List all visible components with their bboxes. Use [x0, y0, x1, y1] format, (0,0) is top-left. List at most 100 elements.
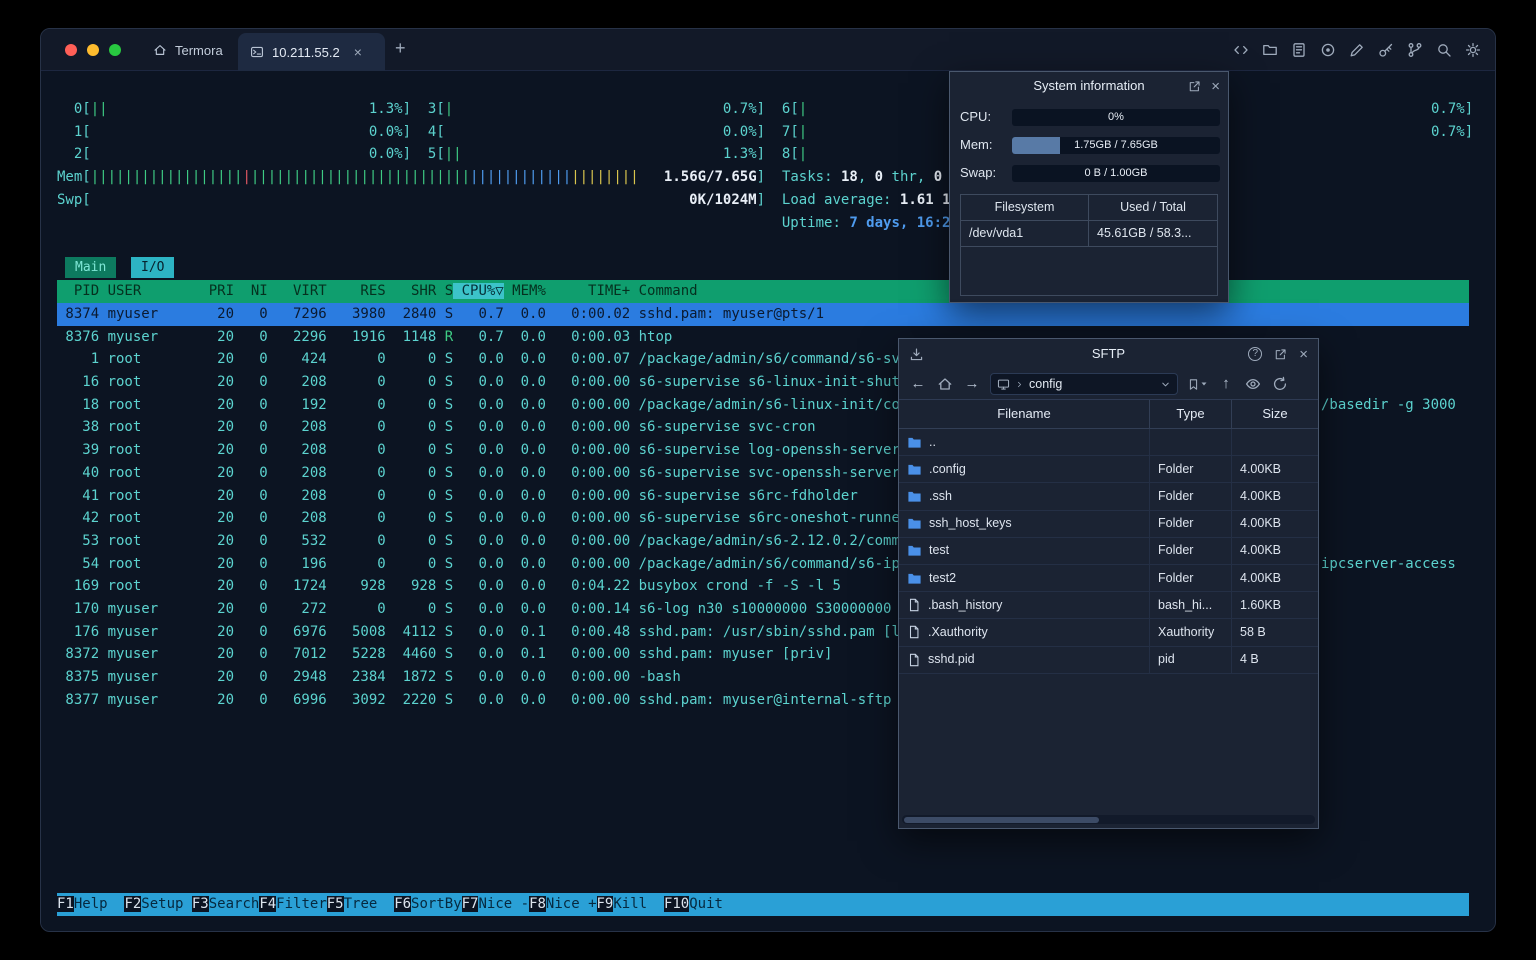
open-in-window-icon[interactable]: [1188, 80, 1201, 93]
swap-label: Swap:: [960, 164, 997, 180]
new-tab-button[interactable]: +: [395, 38, 406, 59]
folder-icon: [908, 518, 921, 529]
computer-icon: [997, 379, 1010, 390]
htop-function-bar[interactable]: F1Help F2Setup F3SearchF4FilterF5Tree F6…: [57, 893, 1469, 916]
fkey-number[interactable]: F10: [663, 896, 690, 912]
file-name[interactable]: test: [899, 537, 1150, 564]
tab-termora[interactable]: Termora: [137, 29, 239, 71]
file-name[interactable]: .bash_history: [899, 592, 1150, 619]
fkey-label[interactable]: Help: [74, 896, 125, 912]
forward-button[interactable]: →: [963, 373, 981, 396]
file-name[interactable]: .Xauthority: [899, 619, 1150, 646]
file-name[interactable]: .config: [899, 456, 1150, 483]
mem-usage-value: 1.75GB / 7.65GB: [1074, 138, 1158, 151]
code-icon[interactable]: [1233, 42, 1249, 58]
htop-tab-io[interactable]: I/O: [131, 257, 175, 278]
folder-icon[interactable]: [1262, 42, 1278, 58]
file-table-header[interactable]: Filename Type Size: [899, 399, 1318, 429]
fkey-number[interactable]: F5: [326, 896, 344, 912]
filename-column-header[interactable]: Filename: [899, 400, 1150, 428]
fkey-number[interactable]: F6: [394, 896, 412, 912]
pencil-icon[interactable]: [1349, 42, 1365, 58]
traffic-light-minimize[interactable]: [87, 44, 99, 56]
gear-icon[interactable]: [1465, 42, 1481, 58]
branch-icon[interactable]: [1407, 42, 1423, 58]
current-directory: config: [1029, 376, 1063, 391]
fkey-number[interactable]: F4: [259, 896, 277, 912]
open-in-window-icon[interactable]: [1274, 348, 1287, 361]
record-icon[interactable]: [1320, 42, 1336, 58]
app-window: Termora 10.211.55.2 × + 0[|| 1.3%] 3[| 0…: [40, 28, 1496, 932]
download-icon[interactable]: [909, 339, 924, 369]
file-row[interactable]: .ssh Folder 4.00KB: [899, 483, 1318, 511]
filesystem-row[interactable]: /dev/vda1 45.61GB / 58.3...: [961, 221, 1217, 247]
file-row[interactable]: .config Folder 4.00KB: [899, 456, 1318, 484]
file-name[interactable]: ssh_host_keys: [899, 510, 1150, 537]
scrollbar-thumb[interactable]: [904, 816, 1099, 823]
chevron-down-icon[interactable]: [1160, 379, 1171, 390]
fkey-label[interactable]: Tree: [344, 896, 395, 912]
file-name[interactable]: sshd.pid: [899, 646, 1150, 673]
journal-icon[interactable]: [1291, 42, 1307, 58]
fkey-label[interactable]: Nice +: [546, 896, 597, 912]
traffic-light-zoom[interactable]: [109, 44, 121, 56]
show-hidden-button[interactable]: [1244, 376, 1262, 392]
size-column-header[interactable]: Size: [1232, 400, 1318, 428]
key-icon[interactable]: [1378, 42, 1394, 58]
filesystem-name: /dev/vda1: [961, 221, 1089, 246]
file-row[interactable]: ssh_host_keys Folder 4.00KB: [899, 510, 1318, 538]
process-table-header[interactable]: PID USER PRI NI VIRT RES SHR S CPU%▽ MEM…: [57, 280, 1469, 303]
file-row[interactable]: .Xauthority Xauthority 58 B: [899, 619, 1318, 647]
fkey-label[interactable]: Nice -: [478, 896, 529, 912]
terminal[interactable]: 0[|| 1.3%] 3[| 0.7%] 6[| 0.7%] 9[| 0.7%]…: [41, 71, 1495, 931]
up-directory-button[interactable]: ↑: [1217, 373, 1235, 396]
type-column-header[interactable]: Type: [1150, 400, 1232, 428]
fkey-number[interactable]: F2: [124, 896, 142, 912]
file-name[interactable]: test2: [899, 564, 1150, 592]
fkey-number[interactable]: F1: [57, 896, 74, 912]
fkey-number[interactable]: F7: [461, 896, 479, 912]
file-type: Folder: [1150, 483, 1232, 510]
fkey-label[interactable]: Kill: [613, 896, 664, 912]
file-name[interactable]: .ssh: [899, 483, 1150, 510]
bookmark-button[interactable]: [1187, 378, 1208, 391]
fkey-label[interactable]: Quit: [689, 896, 740, 912]
fkey-number[interactable]: F8: [529, 896, 546, 912]
file-name[interactable]: ..: [899, 429, 1150, 456]
traffic-light-close[interactable]: [65, 44, 77, 56]
fkey-number[interactable]: F9: [596, 896, 614, 912]
fkey-label[interactable]: Search: [209, 896, 260, 912]
header-left: PID USER PRI NI VIRT RES SHR S: [57, 283, 454, 299]
process-row[interactable]: 8374 myuser 20 0 7296 3980 2840 S 0.7 0.…: [57, 303, 1469, 326]
search-icon[interactable]: [1436, 42, 1452, 58]
close-panel-icon[interactable]: ×: [1299, 347, 1308, 362]
fkey-number[interactable]: F3: [191, 896, 209, 912]
sftp-panel: SFTP ? × ← → config ↑ Filename Type Size…: [898, 338, 1319, 829]
tab-session[interactable]: 10.211.55.2 ×: [238, 33, 385, 71]
back-button[interactable]: ←: [909, 373, 927, 396]
file-row[interactable]: sshd.pid pid 4 B: [899, 646, 1318, 674]
file-size: 1.60KB: [1240, 597, 1282, 612]
horizontal-scrollbar[interactable]: [902, 815, 1315, 824]
fkey-label[interactable]: SortBy: [411, 896, 462, 912]
swap-usage-row: Swap: 0 B / 1.00GB: [960, 164, 1220, 182]
close-panel-icon[interactable]: ×: [1211, 79, 1220, 94]
file-row[interactable]: test2 Folder 4.00KB: [899, 564, 1318, 593]
htop-tab-main[interactable]: Main: [65, 257, 117, 278]
path-breadcrumb[interactable]: config: [990, 373, 1178, 395]
refresh-button[interactable]: [1271, 376, 1289, 392]
file-row[interactable]: .bash_history bash_hi... 1.60KB: [899, 592, 1318, 620]
fkey-label[interactable]: Filter: [276, 896, 327, 912]
file-type: pid: [1150, 646, 1232, 673]
fkey-label[interactable]: Setup: [141, 896, 192, 912]
file-size: 4.00KB: [1240, 543, 1282, 558]
file-type: bash_hi...: [1150, 592, 1232, 619]
help-icon[interactable]: ?: [1248, 347, 1263, 361]
file-row[interactable]: test Folder 4.00KB: [899, 537, 1318, 565]
meter-line: 2[ 0.0%] 5[|| 1.3%] 8[| 0.7%]: [73, 146, 1119, 163]
file-row[interactable]: ..: [899, 429, 1318, 457]
close-tab-icon[interactable]: ×: [354, 44, 362, 60]
home-button[interactable]: [936, 376, 954, 392]
file-icon: [909, 626, 919, 639]
sort-column-cpu[interactable]: CPU%▽: [453, 283, 504, 299]
